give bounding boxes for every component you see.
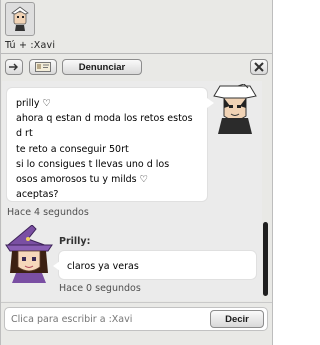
- message-timestamp: Hace 4 segundos: [7, 207, 89, 218]
- avatar-xavi[interactable]: [210, 84, 258, 134]
- message-line: osos amorosos tu y milds ♡: [16, 174, 149, 186]
- input-divider: [1, 302, 272, 303]
- message-input[interactable]: [11, 314, 201, 325]
- title-divider: [1, 53, 272, 54]
- send-button[interactable]: Decir: [210, 310, 264, 328]
- bubble-tail: [53, 261, 60, 271]
- window-bottom-edge: [1, 336, 272, 345]
- message-line: d rt: [16, 128, 33, 140]
- message-line: prilly ♡: [16, 98, 52, 109]
- message-line: te reto a conseguir 50rt: [16, 143, 129, 155]
- chat-window: Tú + :Xavi Denunciar prilly ♡ ahora q es…: [0, 0, 273, 345]
- message-timestamp: Hace 0 segundos: [59, 283, 141, 294]
- message-text: prilly ♡ ahora q estan d moda los retos …: [16, 96, 193, 202]
- window-title: Tú + :Xavi: [5, 40, 56, 51]
- close-button[interactable]: [250, 59, 268, 75]
- profile-card-icon: [35, 62, 51, 72]
- message-line: si lo consigues t llevas uno d los: [16, 158, 170, 170]
- friend-avatar-tab[interactable]: [5, 2, 35, 36]
- scrollbar-thumb[interactable]: [263, 222, 268, 296]
- avatar-prilly[interactable]: [2, 225, 56, 283]
- arrow-button[interactable]: [5, 59, 23, 75]
- message-line: ahora q estan d moda los retos estos: [16, 113, 193, 125]
- profile-card-button[interactable]: [29, 59, 57, 75]
- habbo-avatar-icon: [11, 6, 29, 31]
- chat-history[interactable]: prilly ♡ ahora q estan d moda los retos …: [2, 81, 264, 301]
- message-line: aceptas?: [16, 189, 59, 201]
- report-button[interactable]: Denunciar: [62, 59, 142, 75]
- close-icon: [254, 62, 264, 72]
- message-text: claros ya veras: [67, 261, 139, 272]
- arrow-right-icon: [9, 63, 18, 71]
- sender-name: Prilly:: [59, 236, 91, 247]
